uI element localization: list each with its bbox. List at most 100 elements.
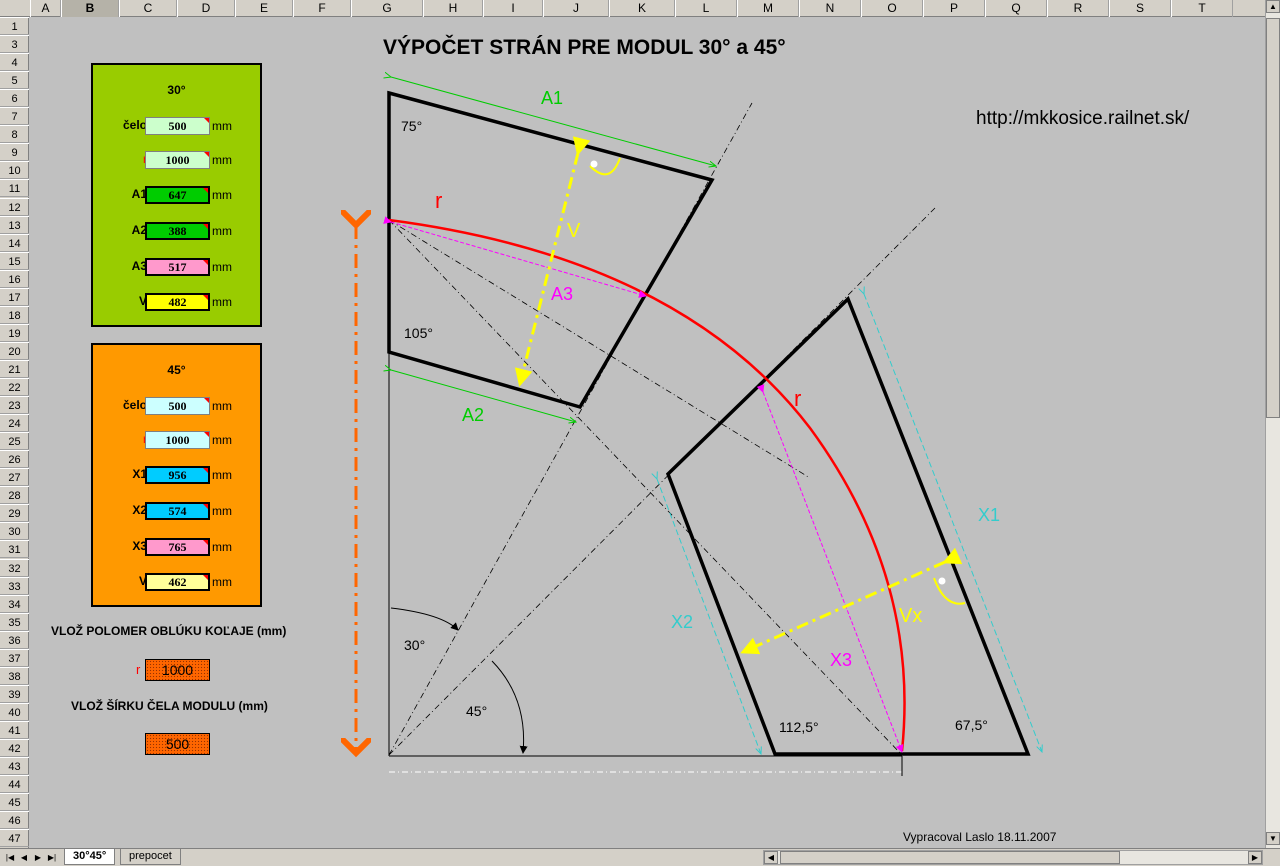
horizontal-scrollbar[interactable]: ◀ ▶ (763, 850, 1263, 865)
dim-x1 (864, 294, 1042, 752)
column-header-m[interactable]: M (737, 0, 799, 17)
column-header-n[interactable]: N (799, 0, 861, 17)
scroll-up-icon[interactable]: ▲ (1266, 0, 1280, 13)
column-header-i[interactable]: I (483, 0, 543, 17)
column-header-s[interactable]: S (1109, 0, 1171, 17)
vertical-scroll-thumb[interactable] (1266, 18, 1280, 418)
scroll-right-icon[interactable]: ▶ (1248, 851, 1262, 864)
column-header-b[interactable]: B (61, 0, 119, 17)
row-header-15[interactable]: 15 (0, 251, 29, 270)
label-angle-105: 105° (404, 325, 433, 341)
row-header-17[interactable]: 17 (0, 287, 29, 306)
row-header-25[interactable]: 25 (0, 432, 29, 451)
column-header-h[interactable]: H (423, 0, 483, 17)
column-header-t[interactable]: T (1171, 0, 1233, 17)
row-header-8[interactable]: 8 (0, 125, 29, 144)
label-vx: Vx (899, 605, 922, 627)
label-angle-30: 30° (404, 637, 425, 653)
row-header-31[interactable]: 31 (0, 540, 29, 559)
row-header-18[interactable]: 18 (0, 305, 29, 324)
row-header-16[interactable]: 16 (0, 269, 29, 288)
vertical-scrollbar[interactable]: ▲ ▼ (1265, 0, 1280, 848)
dim-v (514, 136, 591, 387)
excel-window: ABCDEFGHIJKLMNOPQRST 1 3 4 5 6 7 8 9 10 11 12 13 14 1… (0, 0, 1280, 866)
label-a3: A3 (551, 284, 573, 304)
row-header-9[interactable]: 9 (0, 143, 29, 162)
row-header-1[interactable]: 1 (0, 17, 29, 36)
scroll-left-icon[interactable]: ◀ (764, 851, 778, 864)
scroll-down-icon[interactable]: ▼ (1266, 832, 1280, 845)
row-header-42[interactable]: 42 (0, 739, 29, 758)
row-header-44[interactable]: 44 (0, 775, 29, 794)
row-header-35[interactable]: 35 (0, 612, 29, 631)
prev-sheet-icon[interactable]: ◀ (18, 851, 30, 864)
row-header-46[interactable]: 46 (0, 811, 29, 830)
sheet-tab-0[interactable]: 30°45° (64, 849, 116, 865)
column-header-d[interactable]: D (177, 0, 235, 17)
column-header-q[interactable]: Q (985, 0, 1047, 17)
row-header-47[interactable]: 47 (0, 829, 29, 848)
row-header-39[interactable]: 39 (0, 684, 29, 703)
row-header-20[interactable]: 20 (0, 341, 29, 360)
column-header-c[interactable]: C (119, 0, 177, 17)
row-header-22[interactable]: 22 (0, 378, 29, 397)
row-header-6[interactable]: 6 (0, 89, 29, 108)
row-header-28[interactable]: 28 (0, 486, 29, 505)
row-header-26[interactable]: 26 (0, 450, 29, 469)
row-header-5[interactable]: 5 (0, 71, 29, 90)
row-header-36[interactable]: 36 (0, 630, 29, 649)
row-header-10[interactable]: 10 (0, 161, 29, 180)
label-x2: X2 (671, 612, 693, 632)
first-sheet-icon[interactable]: |◀ (4, 851, 16, 864)
dim-a3 (383, 216, 647, 298)
row-header-24[interactable]: 24 (0, 414, 29, 433)
row-header-11[interactable]: 11 (0, 179, 29, 198)
row-header-7[interactable]: 7 (0, 107, 29, 126)
column-header-p[interactable]: P (923, 0, 985, 17)
row-header-19[interactable]: 19 (0, 323, 29, 342)
angle-arc-45 (491, 660, 528, 754)
row-header-41[interactable]: 41 (0, 720, 29, 739)
column-header-k[interactable]: K (609, 0, 675, 17)
column-header-r[interactable]: R (1047, 0, 1109, 17)
row-header-34[interactable]: 34 (0, 594, 29, 613)
row-header-32[interactable]: 32 (0, 558, 29, 577)
worksheet[interactable]: VÝPOČET STRÁN PRE MODUL 30° a 45° http:/… (30, 18, 1265, 848)
construction-lines (388, 102, 936, 756)
row-header-40[interactable]: 40 (0, 702, 29, 721)
row-header-33[interactable]: 33 (0, 576, 29, 595)
row-header-30[interactable]: 30 (0, 522, 29, 541)
row-header-45[interactable]: 45 (0, 793, 29, 812)
label-r-top: r (435, 188, 442, 213)
next-sheet-icon[interactable]: ▶ (32, 851, 44, 864)
label-angle-112: 112,5° (779, 719, 819, 735)
label-angle-45: 45° (466, 703, 487, 719)
row-header-13[interactable]: 13 (0, 215, 29, 234)
label-v: V (567, 220, 581, 242)
row-header-23[interactable]: 23 (0, 396, 29, 415)
row-header-43[interactable]: 43 (0, 757, 29, 776)
column-header-bar: ABCDEFGHIJKLMNOPQRST (0, 0, 1265, 17)
row-header-27[interactable]: 27 (0, 468, 29, 487)
column-header-g[interactable]: G (351, 0, 423, 17)
horizontal-scroll-thumb[interactable] (780, 851, 1120, 864)
row-header-12[interactable]: 12 (0, 197, 29, 216)
row-header-4[interactable]: 4 (0, 53, 29, 72)
row-header-38[interactable]: 38 (0, 666, 29, 685)
column-header-l[interactable]: L (675, 0, 737, 17)
module-45-shape (665, 295, 1031, 756)
row-header-21[interactable]: 21 (0, 359, 29, 378)
column-header-a[interactable]: A (30, 0, 61, 17)
row-header-3[interactable]: 3 (0, 35, 29, 54)
row-header-29[interactable]: 29 (0, 504, 29, 523)
label-r-mid: r (794, 386, 801, 411)
column-header-j[interactable]: J (543, 0, 609, 17)
last-sheet-icon[interactable]: ▶| (46, 851, 58, 864)
row-header-14[interactable]: 14 (0, 233, 29, 252)
label-angle-67: 67,5° (955, 717, 988, 733)
sheet-tab-1[interactable]: prepocet (120, 849, 181, 865)
row-header-37[interactable]: 37 (0, 648, 29, 667)
column-header-e[interactable]: E (235, 0, 293, 17)
column-header-f[interactable]: F (293, 0, 351, 17)
column-header-o[interactable]: O (861, 0, 923, 17)
